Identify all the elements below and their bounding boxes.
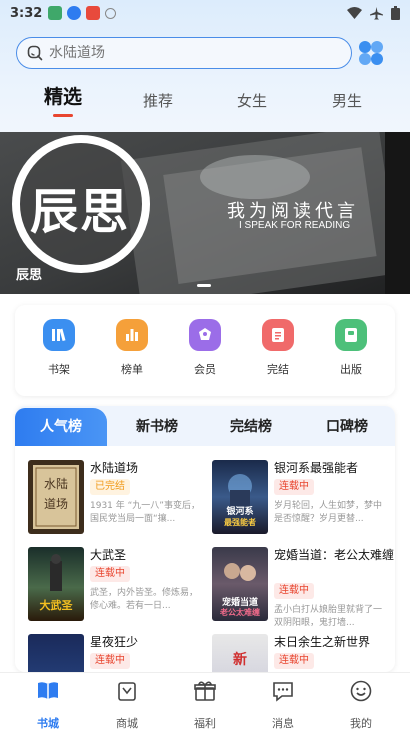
top-tabs: 精选 推荐 女生 男生: [0, 84, 410, 124]
banner-slogan-en: I SPEAK FOR READING: [239, 220, 351, 231]
nav-mall[interactable]: 商城: [97, 679, 157, 729]
book-cover: 水陆 道场: [28, 460, 84, 534]
status-badge: 连载中: [90, 653, 130, 669]
smiley-face-icon: [350, 680, 372, 702]
tab-male[interactable]: 男生: [317, 90, 377, 111]
active-tab-indicator: [53, 114, 73, 117]
video-notification-icon: [86, 6, 101, 20]
download-notification-icon: [67, 6, 82, 20]
svg-text:水陆: 水陆: [44, 476, 68, 491]
book-open-icon: [38, 682, 58, 699]
book-icon: [335, 319, 367, 351]
shortcut-publish[interactable]: 出版: [321, 319, 381, 377]
ranking-tab-popular[interactable]: 人气榜: [15, 408, 107, 446]
book-cover: 宠婚当道 老公太难缠: [212, 547, 268, 621]
book-title: 末日余生之新世界: [274, 635, 371, 649]
book-title: 星夜狂少: [90, 635, 139, 649]
banner-caption: 辰思: [16, 268, 43, 283]
status-badge: 已完结: [90, 479, 130, 495]
book-item[interactable]: 水陆 道场 水陆道场 已完结 1931 年 “九一八”事变后，国民党当局一面“攘.…: [28, 460, 208, 536]
tab-recommend[interactable]: 推荐: [128, 90, 188, 111]
battery-icon: [391, 6, 400, 20]
ranking-tab-completed[interactable]: 完结榜: [230, 406, 272, 446]
search-icon: [27, 45, 43, 61]
nav-benefits[interactable]: 福利: [175, 679, 235, 729]
shortcut-label: 完结: [267, 363, 289, 376]
banner-carousel[interactable]: 辰思 我为阅读代言 I SPEAK FOR READING 辰思: [0, 132, 410, 294]
status-badge: 连载中: [90, 566, 130, 582]
svg-text:老公太难缠: 老公太难缠: [219, 607, 260, 617]
svg-text:宠婚当道: 宠婚当道: [222, 596, 258, 608]
book-description: 孟小白打从娘胎里就背了一双阴阳眼，鬼打墙...: [274, 605, 383, 628]
shopping-bag-icon: [118, 682, 136, 701]
nav-label: 福利: [194, 717, 216, 729]
nav-messages[interactable]: 消息: [253, 679, 313, 729]
vip-icon: [189, 319, 221, 351]
svg-text:新: 新: [233, 651, 247, 668]
status-badge: 连载中: [274, 583, 314, 599]
bookshelf-icon: [43, 319, 75, 351]
svg-text:银河系: 银河系: [226, 505, 253, 517]
shortcut-label: 书架: [48, 363, 70, 376]
book-cover: 大武圣: [28, 547, 84, 621]
banner-logo-text: 辰思: [30, 184, 131, 240]
bottom-navigation: 书城 商城 福利 消息 我的: [0, 672, 410, 729]
book-cover: [28, 634, 84, 672]
ranking-section: 人气榜 新书榜 完结榜 口碑榜 水陆 道场 水陆道场 已完结 1931 年 “九一…: [15, 406, 395, 672]
svg-text:大武圣: 大武圣: [40, 598, 74, 612]
shortcut-rankings[interactable]: 榜单: [102, 319, 162, 377]
shortcut-vip[interactable]: 会员: [175, 319, 235, 377]
wifi-icon: [347, 7, 362, 19]
search-input[interactable]: [49, 45, 309, 61]
airplane-icon: [370, 6, 383, 19]
ranking-tab-new[interactable]: 新书榜: [136, 406, 178, 446]
book-title: 宠婚当道：老公太难缠: [274, 548, 395, 562]
shortcut-label: 会员: [194, 363, 216, 376]
nav-label: 商城: [116, 717, 138, 729]
book-cover: 银河系 最强能者: [212, 460, 268, 534]
status-badge: 连载中: [274, 479, 314, 495]
nav-label: 我的: [350, 717, 372, 729]
category-shortcuts: 书架 榜单 会员 完结 出版: [15, 305, 395, 396]
book-item[interactable]: 星夜狂少 连载中: [28, 634, 208, 672]
category-grid-icon[interactable]: [357, 40, 385, 66]
book-item[interactable]: 大武圣 大武圣 连载中 武圣，内外皆圣。修炼易，修心难。若有一日...: [28, 547, 208, 623]
book-item[interactable]: 新 末日余生之新世界 连载中: [212, 634, 392, 672]
shortcut-label: 出版: [340, 363, 362, 376]
nav-bookstore[interactable]: 书城: [18, 679, 78, 729]
book-cover: 新: [212, 634, 268, 672]
shortcut-completed[interactable]: 完结: [248, 319, 308, 377]
book-description: 岁月轮回，人生如梦，梦中是否惊醒？岁月更替...: [274, 501, 383, 524]
nav-label: 消息: [272, 717, 294, 729]
book-description: 1931 年 “九一八”事变后，国民党当局一面“攘...: [90, 501, 200, 524]
carousel-indicator: [197, 284, 211, 287]
tab-featured[interactable]: 精选: [33, 82, 93, 109]
app-notification-icon: [48, 6, 63, 20]
info-icon: [105, 7, 117, 19]
shortcut-label: 榜单: [121, 363, 143, 376]
svg-text:最强能者: 最强能者: [224, 517, 256, 527]
tab-female[interactable]: 女生: [222, 90, 282, 111]
gift-icon: [194, 681, 216, 701]
chart-icon: [116, 319, 148, 351]
ranking-tabs: 人气榜 新书榜 完结榜 口碑榜: [15, 406, 395, 446]
status-time: 3:32: [10, 5, 43, 21]
book-title: 水陆道场: [90, 461, 139, 475]
svg-text:道场: 道场: [44, 497, 68, 511]
book-title: 银河系最强能者: [274, 461, 359, 475]
book-title: 大武圣: [90, 548, 127, 562]
search-bar[interactable]: [16, 37, 352, 69]
book-item[interactable]: 银河系 最强能者 银河系最强能者 连载中 岁月轮回，人生如梦，梦中是否惊醒？岁月更…: [212, 460, 392, 536]
ranking-tab-reputation[interactable]: 口碑榜: [326, 406, 368, 446]
document-icon: [262, 319, 294, 351]
chat-bubble-icon: [273, 682, 293, 702]
status-badge: 连载中: [274, 653, 314, 669]
nav-label: 书城: [37, 717, 59, 729]
shortcut-bookshelf[interactable]: 书架: [29, 319, 89, 377]
book-description: 武圣，内外皆圣。修炼易，修心难。若有一日...: [90, 588, 199, 611]
nav-profile[interactable]: 我的: [331, 679, 391, 729]
book-item[interactable]: 宠婚当道 老公太难缠 宠婚当道：老公太难缠 连载中 孟小白打从娘胎里就背了一双阴阳…: [212, 547, 395, 628]
status-bar: 3:32: [0, 0, 410, 26]
